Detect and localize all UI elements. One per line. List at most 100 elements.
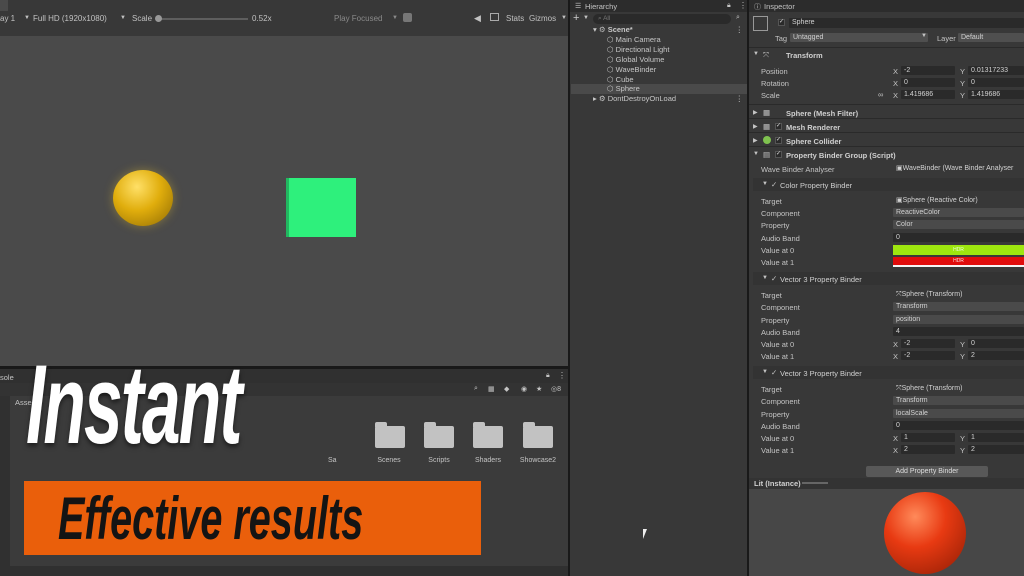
binder-group-checkbox[interactable]: ✓ xyxy=(775,151,782,158)
settings-icon[interactable] xyxy=(403,13,412,22)
hierarchy-search-input[interactable] xyxy=(593,14,731,24)
expand-arrow-icon[interactable]: ▶ xyxy=(753,123,758,130)
project-sidebar[interactable] xyxy=(0,396,10,576)
add-property-binder-button[interactable]: Add Property Binder xyxy=(866,466,988,477)
mesh-renderer-header[interactable]: Mesh Renderer xyxy=(786,123,840,132)
scale-x-field[interactable]: 1.419686 xyxy=(901,90,955,99)
expand-arrow-icon[interactable]: ▼ xyxy=(762,275,768,281)
expand-arrow-icon[interactable]: ▼ xyxy=(762,369,768,375)
mesh-filter-header[interactable]: Sphere (Mesh Filter) xyxy=(786,109,858,118)
target-field[interactable]: ⤧Sphere (Transform) xyxy=(893,384,1024,393)
filter-icon[interactable]: ▦ xyxy=(488,385,495,393)
scale-slider[interactable] xyxy=(158,18,248,20)
console-tab[interactable]: sole xyxy=(0,373,14,382)
position-x-field[interactable]: -2 xyxy=(901,66,955,75)
display-dropdown[interactable]: ay 1 xyxy=(0,14,15,23)
search-icon[interactable]: ⌕ xyxy=(474,385,478,393)
lock-icon[interactable]: 🔒︎ xyxy=(546,372,550,380)
check-icon[interactable]: ✓ xyxy=(771,274,777,283)
folder-icon[interactable] xyxy=(523,422,553,448)
resolution-dropdown[interactable]: Full HD (1920x1080) xyxy=(33,14,107,23)
color-field-0[interactable]: HDR xyxy=(893,245,1024,255)
value1-x-field[interactable]: -2 xyxy=(901,351,955,360)
link-icon[interactable]: ∞ xyxy=(878,90,883,99)
tag-dropdown[interactable]: Untagged xyxy=(790,33,928,42)
value0-x-field[interactable]: 1 xyxy=(901,433,955,442)
target-field[interactable]: ⤧Sphere (Transform) xyxy=(893,290,1024,299)
eye-icon[interactable]: ◉ xyxy=(521,385,527,393)
property-dropdown[interactable]: Color xyxy=(893,220,1024,229)
transform-header[interactable]: Transform xyxy=(786,51,823,60)
check-icon[interactable]: ✓ xyxy=(771,180,777,189)
expand-arrow-icon[interactable]: ▸ xyxy=(593,94,597,103)
vector-binder-title[interactable]: Vector 3 Property Binder xyxy=(780,275,862,284)
menu-icon[interactable]: ⋮ xyxy=(736,94,744,103)
value1-y-field[interactable]: 2 xyxy=(968,351,1024,360)
menu-icon[interactable]: ⋮ xyxy=(558,371,566,380)
audio-band-field[interactable]: 0 xyxy=(893,421,1024,430)
vector-binder-title[interactable]: Vector 3 Property Binder xyxy=(780,369,862,378)
value0-y-field[interactable]: 1 xyxy=(968,433,1024,442)
search-options-icon[interactable]: ⌕ xyxy=(736,14,740,22)
component-dropdown[interactable]: Transform xyxy=(893,396,1024,405)
folder-icon[interactable] xyxy=(424,422,454,448)
sphere-object[interactable] xyxy=(113,170,173,226)
audio-band-field[interactable]: 4 xyxy=(893,327,1024,336)
expand-arrow-icon[interactable]: ▾ xyxy=(593,25,597,34)
lock-icon[interactable]: 🔒︎ xyxy=(727,2,731,10)
hierarchy-tab[interactable]: Hierarchy xyxy=(585,2,617,11)
gizmos-button[interactable]: Gizmos xyxy=(529,14,556,23)
chevron-down-icon[interactable]: ▼ xyxy=(583,15,589,21)
folder-icon[interactable] xyxy=(375,422,405,448)
scale-y-field[interactable]: 1.419686 xyxy=(968,90,1024,99)
game-viewport[interactable] xyxy=(0,36,568,366)
sphere-collider-header[interactable]: Sphere Collider xyxy=(786,137,841,146)
component-dropdown[interactable]: Transform xyxy=(893,302,1024,311)
menu-icon[interactable]: ⋮ xyxy=(736,25,744,34)
scene-row[interactable]: ▾ ⚙ Scene* ⋮ xyxy=(571,25,747,35)
frame-icon[interactable] xyxy=(490,13,499,21)
expand-arrow-icon[interactable]: ▶ xyxy=(753,137,758,144)
mesh-renderer-checkbox[interactable]: ✓ xyxy=(775,123,782,130)
color-binder-title[interactable]: Color Property Binder xyxy=(780,181,852,190)
property-binder-header[interactable]: Property Binder Group (Script) xyxy=(786,151,896,160)
expand-arrow-icon[interactable]: ▼ xyxy=(753,51,759,57)
component-dropdown[interactable]: ReactiveColor xyxy=(893,208,1024,217)
preview-title[interactable]: Lit (Instance) xyxy=(754,479,801,488)
value0-y-field[interactable]: 0 xyxy=(968,339,1024,348)
property-dropdown[interactable]: localScale xyxy=(893,409,1024,418)
hierarchy-item[interactable]: ⬡ Global Volume xyxy=(571,55,747,65)
play-mode-dropdown[interactable]: Play Focused xyxy=(334,14,382,23)
tag-icon[interactable]: ◆ xyxy=(504,385,509,393)
position-y-field[interactable]: 0.01317233 xyxy=(968,66,1024,75)
active-checkbox[interactable]: ✓ xyxy=(778,19,785,26)
value1-y-field[interactable]: 2 xyxy=(968,445,1024,454)
hierarchy-item[interactable]: ⬡ Main Camera xyxy=(571,35,747,45)
property-dropdown[interactable]: position xyxy=(893,315,1024,324)
menu-icon[interactable]: ⋮ xyxy=(739,1,747,10)
speaker-icon[interactable]: ◀ xyxy=(474,13,481,24)
sphere-collider-checkbox[interactable]: ✓ xyxy=(775,137,782,144)
hierarchy-item-selected[interactable]: ⬡ Sphere xyxy=(571,84,747,94)
cube-object[interactable] xyxy=(289,178,356,237)
object-name-field[interactable]: Sphere xyxy=(789,18,1024,28)
expand-arrow-icon[interactable]: ▼ xyxy=(762,181,768,187)
expand-arrow-icon[interactable]: ▼ xyxy=(753,151,759,157)
layer-dropdown[interactable]: Default xyxy=(958,33,1024,42)
hierarchy-item[interactable]: ⬡ Directional Light xyxy=(571,45,747,55)
dontdestroy-row[interactable]: ▸ ⚙ DontDestroyOnLoad ⋮ xyxy=(571,94,747,104)
rotation-y-field[interactable]: 0 xyxy=(968,78,1024,87)
inspector-tab[interactable]: Inspector xyxy=(764,2,795,11)
expand-arrow-icon[interactable]: ▶ xyxy=(753,109,758,116)
game-tab[interactable] xyxy=(0,0,8,11)
value1-x-field[interactable]: 2 xyxy=(901,445,955,454)
star-icon[interactable]: ★ xyxy=(536,385,542,393)
add-icon[interactable]: + xyxy=(573,12,579,24)
audio-band-field[interactable]: 0 xyxy=(893,233,1024,242)
value0-x-field[interactable]: -2 xyxy=(901,339,955,348)
scale-slider-handle[interactable] xyxy=(155,15,162,22)
rotation-x-field[interactable]: 0 xyxy=(901,78,955,87)
hierarchy-item[interactable]: ⬡ WaveBinder xyxy=(571,65,747,75)
color-field-1[interactable]: HDR xyxy=(893,257,1024,267)
stats-button[interactable]: Stats xyxy=(506,14,524,23)
